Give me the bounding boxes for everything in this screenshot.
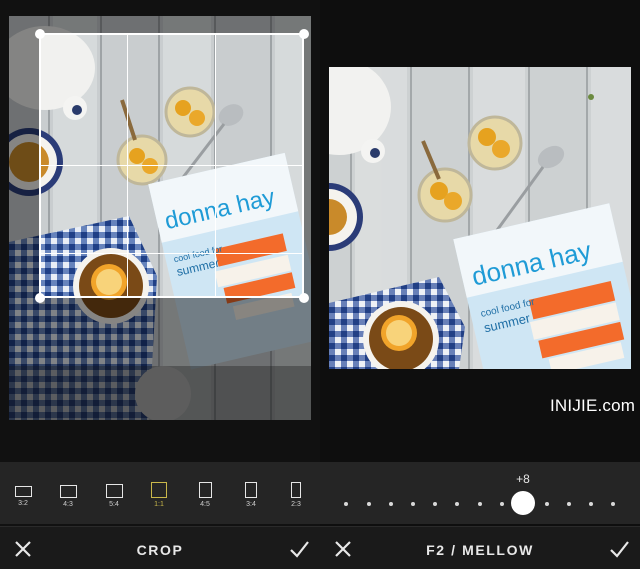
slider-tick bbox=[411, 502, 415, 506]
slider-tick bbox=[344, 502, 348, 506]
filter-action-bar: F2 / MELLOW bbox=[320, 526, 640, 569]
photo-image: donna hay cool food for summer bbox=[329, 67, 631, 369]
crop-handle-bottom-right[interactable] bbox=[299, 293, 309, 303]
ratio-4-3-icon bbox=[59, 485, 77, 498]
filtered-photo-preview[interactable]: donna hay cool food for summer bbox=[329, 67, 631, 369]
ratio-3-2-button[interactable]: 3:2 bbox=[8, 482, 38, 507]
crop-handle-bottom-left[interactable] bbox=[35, 293, 45, 303]
ratio-label: 4:3 bbox=[63, 501, 73, 508]
screen-title: CROP bbox=[136, 542, 184, 558]
crop-dim-bottom bbox=[9, 298, 311, 420]
ratio-4-5-icon bbox=[198, 482, 212, 498]
confirm-button[interactable] bbox=[608, 538, 630, 560]
ratio-label: 1:1 bbox=[154, 501, 164, 508]
crop-panel: donna hay cool food for summer 3:2 4:3 5… bbox=[0, 0, 320, 569]
crop-dim-right bbox=[304, 33, 311, 298]
slider-tick bbox=[589, 502, 593, 506]
slider-tick bbox=[367, 502, 371, 506]
slider-tick bbox=[545, 502, 549, 506]
slider-tick bbox=[433, 502, 437, 506]
ratio-label: 3:2 bbox=[18, 500, 28, 507]
slider-tick bbox=[478, 502, 482, 506]
check-icon bbox=[610, 541, 629, 558]
filter-panel: donna hay cool food for summer INIJIE.co… bbox=[320, 0, 640, 569]
watermark-text: INIJIE.com bbox=[550, 396, 636, 415]
slider-tick bbox=[389, 502, 393, 506]
ratio-label: 5:4 bbox=[109, 501, 119, 508]
ratio-5-4-icon bbox=[105, 484, 123, 498]
ratio-label: 4:5 bbox=[200, 501, 210, 508]
ratio-1-1-button[interactable]: 1:1 bbox=[144, 482, 174, 508]
crop-frame[interactable] bbox=[39, 33, 304, 298]
crop-grid-line bbox=[41, 253, 302, 254]
slider-tick bbox=[455, 502, 459, 506]
crop-handle-top-left[interactable] bbox=[35, 29, 45, 39]
ratio-5-4-button[interactable]: 5:4 bbox=[99, 482, 129, 508]
crop-handle-top-right[interactable] bbox=[299, 29, 309, 39]
check-icon bbox=[290, 541, 309, 558]
crop-action-bar: CROP bbox=[0, 526, 320, 569]
slider-tick bbox=[611, 502, 615, 506]
filter-strength-bar: +8 bbox=[320, 462, 640, 524]
slider-tick bbox=[567, 502, 571, 506]
strength-slider[interactable] bbox=[320, 462, 640, 524]
crop-dim-left bbox=[9, 33, 39, 298]
slider-knob[interactable] bbox=[511, 491, 535, 515]
crop-dim-top bbox=[9, 16, 311, 33]
ratio-label: 2:3 bbox=[291, 501, 301, 508]
ratio-label: 3:4 bbox=[246, 501, 256, 508]
confirm-button[interactable] bbox=[288, 538, 310, 560]
ratio-4-3-button[interactable]: 4:3 bbox=[53, 482, 83, 508]
ratio-4-5-button[interactable]: 4:5 bbox=[190, 482, 220, 508]
ratio-3-4-button[interactable]: 3:4 bbox=[236, 482, 266, 508]
screen-title: F2 / MELLOW bbox=[426, 542, 534, 558]
ratio-1-1-icon bbox=[151, 482, 167, 498]
ratio-3-4-icon bbox=[245, 482, 257, 498]
slider-tick bbox=[500, 502, 504, 506]
ratio-2-3-button[interactable]: 2:3 bbox=[281, 482, 311, 508]
ratio-3-2-icon bbox=[14, 486, 32, 497]
crop-grid-line bbox=[41, 165, 302, 166]
ratio-2-3-icon bbox=[291, 482, 301, 498]
aspect-ratio-bar: 3:2 4:3 5:4 1:1 4:5 3:4 2:3 bbox=[0, 462, 320, 524]
